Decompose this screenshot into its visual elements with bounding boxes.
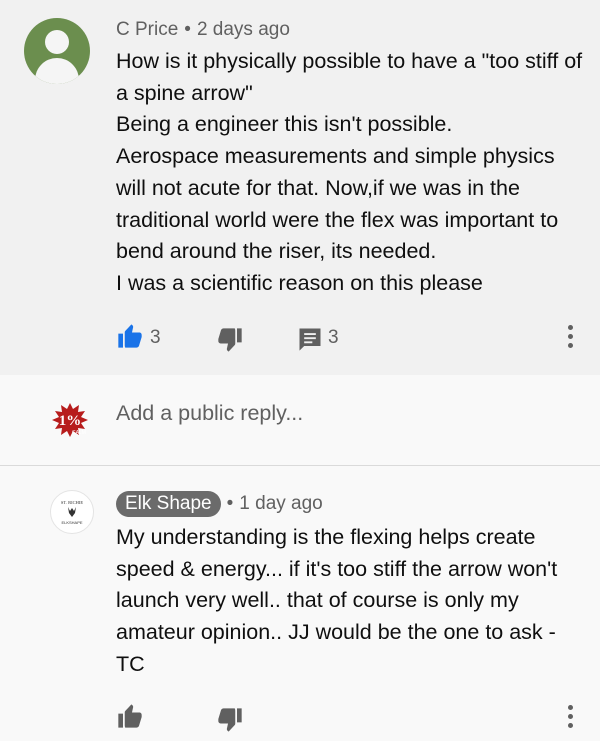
meta-separator: •	[184, 19, 191, 40]
user-avatar[interactable]	[24, 18, 90, 84]
elkshape-logo-icon: ST. RICHIE ELKSHAPE	[61, 500, 83, 525]
reply-input-row: 1% CALM Add a public reply...	[0, 375, 600, 465]
splatter-logo-icon: 1% CALM	[52, 403, 88, 437]
like-icon[interactable]	[116, 702, 144, 730]
like-icon[interactable]	[116, 322, 144, 350]
current-user-avatar: 1% CALM	[48, 399, 92, 443]
elk-antler-shape	[68, 507, 76, 517]
comment-time[interactable]: 2 days ago	[197, 19, 290, 40]
reply-author-chip[interactable]: Elk Shape	[116, 491, 221, 517]
comment-author[interactable]: C Price	[116, 19, 178, 40]
reply-count: 3	[328, 327, 339, 348]
avatar-body-shape	[35, 58, 79, 84]
dislike-icon[interactable]	[216, 326, 244, 354]
like-count: 3	[150, 327, 161, 348]
comment-meta: C Price • 2 days ago	[116, 19, 290, 41]
meta-separator: •	[226, 493, 234, 514]
reply-actions	[0, 698, 600, 738]
comment-actions: 3 3	[0, 318, 600, 358]
more-options-icon[interactable]	[567, 325, 575, 351]
avatar-head-shape	[45, 30, 69, 54]
more-options-icon[interactable]	[567, 705, 575, 731]
avatar-elk-top: ST. RICHIE	[61, 500, 83, 505]
add-reply-input[interactable]: Add a public reply...	[116, 401, 303, 426]
avatar-elk-bottom: ELKSHAPE	[61, 520, 82, 525]
reply-icon[interactable]	[296, 325, 324, 353]
avatar-logo-sub: CALM	[72, 430, 86, 436]
comment-thread: C Price • 2 days ago How is it physically …	[0, 0, 600, 375]
avatar-logo-label: 1%	[59, 413, 82, 429]
reply-author-avatar[interactable]: ST. RICHIE ELKSHAPE	[50, 490, 94, 534]
reply-time[interactable]: 1 day ago	[239, 493, 322, 514]
reply-text: My understanding is the flexing helps cr…	[116, 525, 558, 676]
reply-meta: Elk Shape • 1 day ago	[116, 491, 323, 517]
divider	[0, 465, 600, 466]
comment-text: How is it physically possible to have a …	[116, 49, 583, 295]
dislike-icon[interactable]	[216, 706, 244, 734]
